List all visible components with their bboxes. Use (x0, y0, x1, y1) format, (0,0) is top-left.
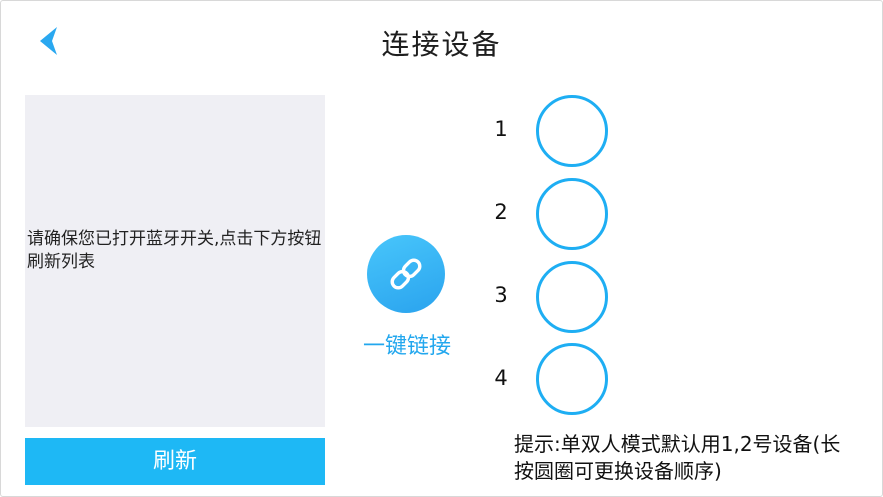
slot-number-2: 2 (494, 200, 508, 224)
hint-text: 提示:单双人模式默认用1,2号设备(长按圆圈可更换设备顺序) (514, 432, 841, 483)
slot-number-1: 1 (494, 117, 508, 141)
refresh-button[interactable]: 刷新 (25, 438, 325, 485)
connect-device-screen: 连接设备 请确保您已打开蓝牙开关,点击下方按钮刷新列表 刷新 一键链接 1 2 … (0, 0, 883, 497)
device-slot-1[interactable] (536, 95, 608, 167)
link-icon (390, 258, 422, 290)
device-slot-2[interactable] (536, 178, 608, 250)
one-key-link-label[interactable]: 一键链接 (341, 328, 473, 360)
device-list-panel[interactable]: 请确保您已打开蓝牙开关,点击下方按钮刷新列表 (25, 95, 325, 427)
bluetooth-instruction-text: 请确保您已打开蓝牙开关,点击下方按钮刷新列表 (27, 229, 322, 272)
slot-number-3: 3 (494, 283, 508, 307)
page-title: 连接设备 (381, 28, 502, 61)
device-slot-3[interactable] (536, 261, 608, 333)
device-slot-4[interactable] (536, 343, 608, 415)
one-key-link-button[interactable] (367, 235, 445, 313)
slot-number-4: 4 (494, 366, 508, 390)
